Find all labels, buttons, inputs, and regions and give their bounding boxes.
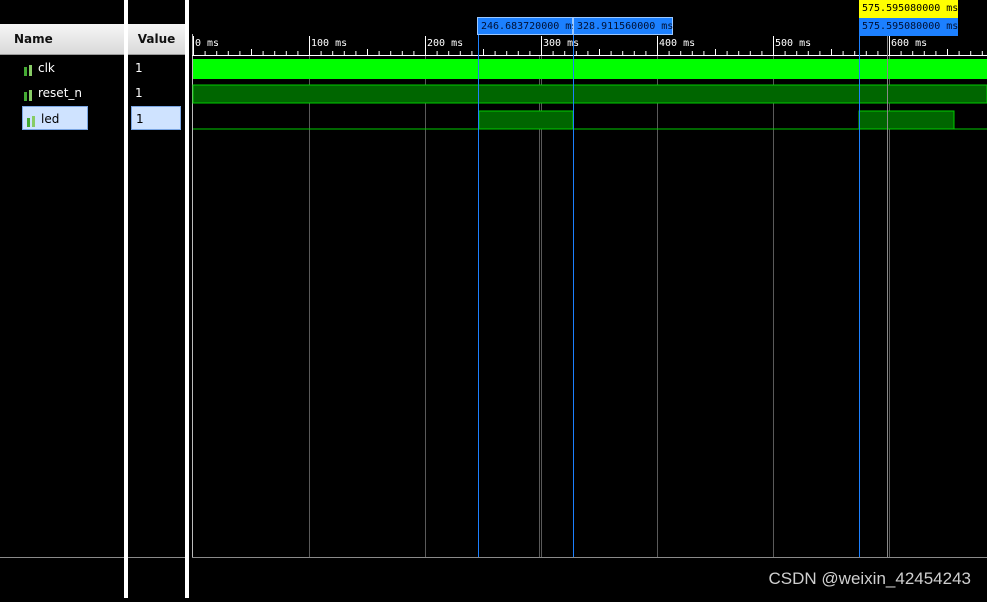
signal-value-clk: 1 [135, 61, 143, 75]
main-cursor-tag-top[interactable]: 575.595080000 ms [859, 0, 958, 18]
signal-value-led: 1 [131, 106, 181, 130]
panel-divider [0, 557, 124, 558]
name-column-header[interactable]: Name [0, 24, 124, 55]
signal-value-reset-n: 1 [135, 86, 143, 100]
signal-icon [22, 62, 34, 76]
signal-row-clk[interactable]: clk [22, 56, 122, 80]
ruler-tick-label: 600 ms [891, 38, 927, 49]
ruler-tick-label: 400 ms [659, 38, 695, 49]
signal-name: led [41, 112, 60, 126]
waveform-view[interactable]: 0 ms 100 ms 200 ms 300 ms 400 ms 500 ms 600 ms… [189, 0, 987, 598]
signal-name: reset_n [38, 86, 82, 100]
panel-divider [128, 557, 185, 558]
signal-row-led[interactable]: led [22, 106, 88, 130]
cursor-1-tag[interactable]: 246.683720000 ms [477, 17, 577, 35]
cursor-2-tag[interactable]: 328.911560000 ms [573, 17, 673, 35]
ruler-tick-label: 100 ms [311, 38, 347, 49]
value-column-header[interactable]: Value [128, 24, 185, 55]
clk-waveform [193, 59, 987, 79]
signal-icon [25, 113, 37, 127]
signal-value-panel: Value 1 1 1 [128, 0, 185, 598]
led-waveform [193, 110, 987, 130]
waveform-canvas[interactable]: 0 ms 100 ms 200 ms 300 ms 400 ms 500 ms 600 ms [189, 0, 987, 598]
signal-icon [22, 87, 34, 101]
time-ruler[interactable]: 0 ms 100 ms 200 ms 300 ms 400 ms 500 ms 600 ms [193, 36, 983, 55]
ruler-tick-label: 0 ms [195, 38, 219, 49]
signal-name: clk [38, 61, 55, 75]
signal-row-reset-n[interactable]: reset_n [22, 81, 122, 105]
ruler-tick-label: 200 ms [427, 38, 463, 49]
main-cursor-tag-bottom[interactable]: 575.595080000 ms [859, 18, 958, 36]
reset-n-waveform [192, 84, 987, 104]
watermark: CSDN @weixin_42454243 [768, 569, 971, 588]
ruler-tick-label: 500 ms [775, 38, 811, 49]
grid-lines [309, 56, 890, 557]
signal-name-panel: Name clk reset_n led [0, 0, 124, 598]
